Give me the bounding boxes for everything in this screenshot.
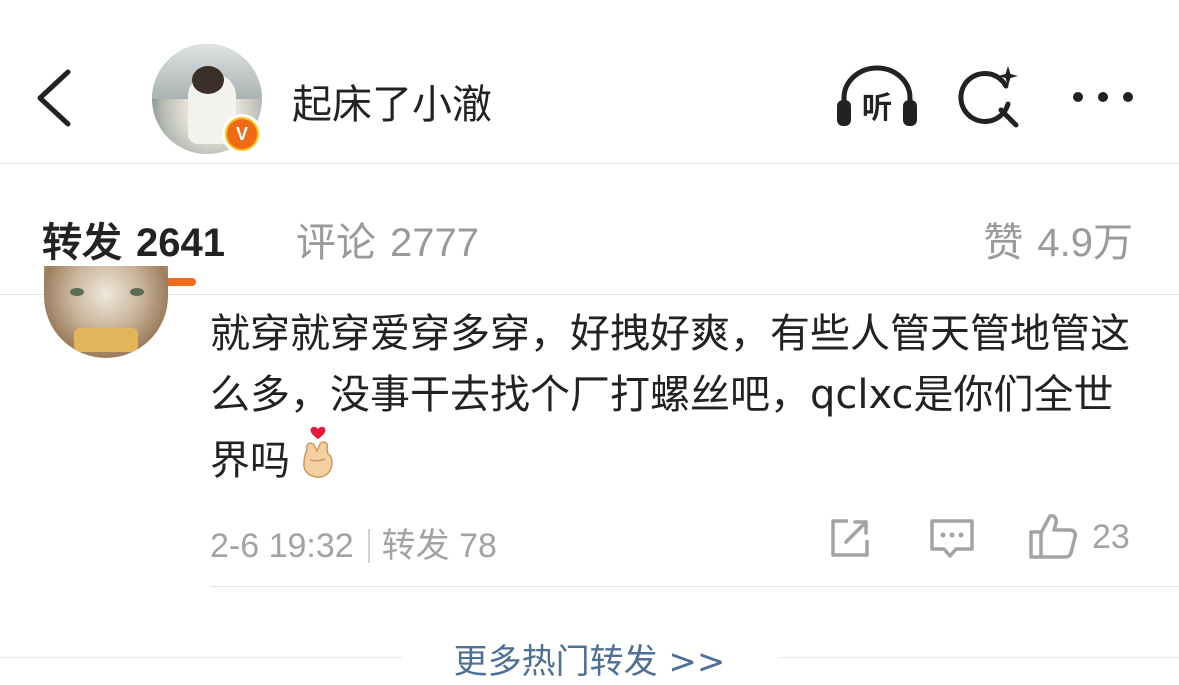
more-hot-forwards-link[interactable]: 更多热门转发 >> <box>0 634 1179 683</box>
more-hot-forwards-label[interactable]: 更多热门转发 >> <box>454 642 726 682</box>
tab-forward-count: 2641 <box>136 221 225 265</box>
comment-time: 2-6 19:32 <box>210 527 354 565</box>
like-count: 23 <box>1092 518 1130 556</box>
svg-text:听: 听 <box>862 91 892 126</box>
share-icon[interactable] <box>828 516 872 560</box>
forward-count: 78 <box>459 527 497 565</box>
comment-divider <box>210 586 1179 587</box>
commenter-avatar[interactable] <box>44 266 168 358</box>
comment-icon[interactable] <box>928 516 976 560</box>
listen-icon[interactable]: 听 <box>834 64 920 130</box>
like-icon[interactable] <box>1028 512 1078 560</box>
comment-text: 就穿就穿爱穿多穿，好拽好爽，有些人管天管地管这么多，没事干去找个厂打螺丝吧，qc… <box>210 304 1150 492</box>
tab-forward-label: 转发 <box>42 220 122 266</box>
forward-label: 转发 <box>381 527 450 565</box>
tab-comment[interactable]: 评论 2777 <box>296 210 479 268</box>
back-icon[interactable] <box>30 66 80 130</box>
tab-comment-label: 评论 <box>296 220 376 266</box>
tab-forward[interactable]: 转发 2641 <box>42 210 225 268</box>
search-icon[interactable] <box>956 64 1022 130</box>
verified-badge: V <box>222 114 262 154</box>
tab-like-count: 4.9万 <box>1037 221 1133 265</box>
top-bar: V 起床了小澈 听 <box>0 0 1179 164</box>
tab-like[interactable]: 赞 4.9万 <box>983 210 1133 268</box>
meta-separator <box>367 529 370 563</box>
comment-meta: 2-6 19:32 转发 78 <box>210 518 497 567</box>
username[interactable]: 起床了小澈 <box>292 72 492 130</box>
tab-like-label: 赞 <box>983 220 1024 266</box>
tab-bar: 转发 2641 评论 2777 赞 4.9万 <box>0 165 1179 295</box>
tab-comment-count: 2777 <box>390 221 479 265</box>
more-icon[interactable] <box>1070 86 1136 108</box>
comment-body: 就穿就穿爱穿多穿，好拽好爽，有些人管天管地管这么多，没事干去找个厂打螺丝吧，qc… <box>210 311 1130 484</box>
finger-heart-emoji <box>303 426 333 478</box>
